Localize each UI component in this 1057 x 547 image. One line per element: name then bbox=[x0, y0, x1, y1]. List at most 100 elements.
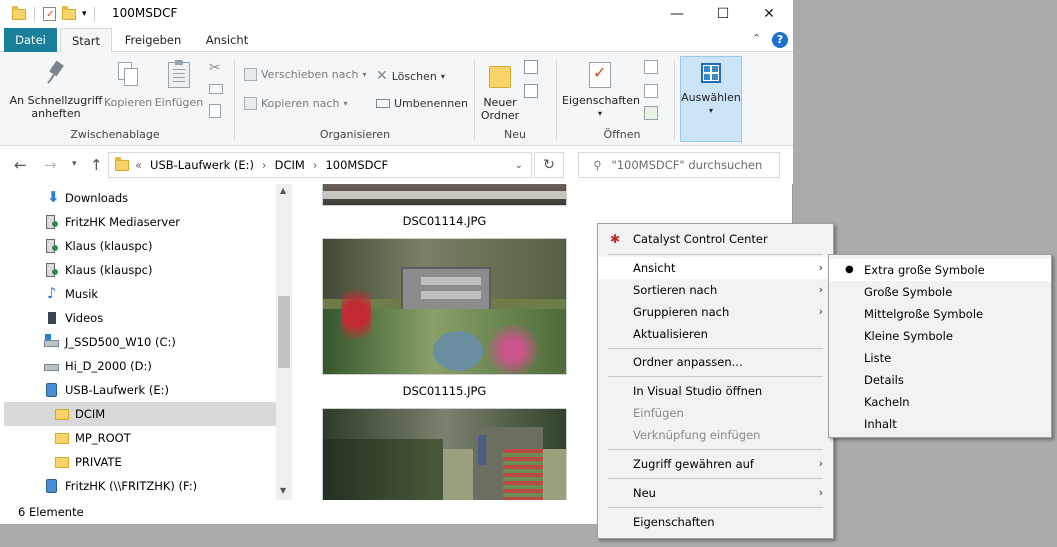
thumbnail-dsc01115[interactable] bbox=[322, 238, 567, 375]
breadcrumb-100msdcf[interactable]: 100MSDCF bbox=[325, 158, 388, 172]
nav-item-drive-f[interactable]: FritzHK (\\FRITZHK) (F:) bbox=[4, 474, 276, 498]
nav-item-videos[interactable]: Videos bbox=[4, 306, 276, 330]
submenu-arrow-icon: › bbox=[818, 457, 823, 470]
recent-dropdown-icon[interactable]: ▾ bbox=[72, 159, 77, 169]
new-folder-icon[interactable] bbox=[62, 5, 76, 20]
menu-item-sortieren[interactable]: Sortieren nach › bbox=[598, 279, 833, 301]
address-bar[interactable]: « USB-Laufwerk (E:) › DCIM › 100MSDCF ⌄ bbox=[108, 152, 532, 178]
search-icon: ⚲ bbox=[593, 158, 602, 172]
tab-ansicht[interactable]: Ansicht bbox=[198, 28, 256, 52]
menu-item-ansicht[interactable]: Ansicht › bbox=[598, 257, 833, 279]
maximize-button[interactable]: ☐ bbox=[700, 0, 746, 28]
nav-scrollbar[interactable]: ▲ ▼ bbox=[276, 184, 292, 500]
forward-button[interactable]: → bbox=[44, 156, 57, 174]
scroll-down-icon[interactable]: ▼ bbox=[280, 486, 286, 495]
easy-access-icon[interactable] bbox=[524, 84, 538, 98]
address-dropdown-icon[interactable]: ⌄ bbox=[515, 160, 523, 171]
pin-quick-access-button[interactable]: An Schnellzugriff anheften bbox=[8, 60, 104, 120]
tab-datei[interactable]: Datei bbox=[4, 28, 57, 52]
menu-item-visual-studio[interactable]: In Visual Studio öffnen bbox=[598, 380, 833, 402]
properties-button[interactable]: ✓ Eigenschaften ▾ bbox=[562, 62, 640, 120]
menu-item-catalyst[interactable]: ✱ Catalyst Control Center bbox=[598, 228, 833, 250]
collapse-ribbon-icon[interactable]: ⌃ bbox=[752, 32, 761, 45]
breadcrumb-dcim[interactable]: DCIM bbox=[275, 158, 305, 172]
breadcrumb-usb[interactable]: USB-Laufwerk (E:) bbox=[150, 158, 254, 172]
search-placeholder: "100MSDCF" durchsuchen bbox=[611, 158, 763, 172]
move-to-button[interactable]: Verschieben nach ▾ bbox=[244, 68, 367, 81]
menu-item-zugriff[interactable]: Zugriff gewähren auf › bbox=[598, 453, 833, 475]
close-button[interactable]: ✕ bbox=[746, 0, 792, 28]
media-server-icon bbox=[44, 214, 60, 230]
qat-dropdown-icon[interactable]: ▾ bbox=[82, 9, 87, 19]
refresh-button[interactable]: ↻ bbox=[534, 152, 564, 178]
scroll-up-icon[interactable]: ▲ bbox=[280, 186, 286, 195]
new-item-icon[interactable] bbox=[524, 60, 538, 74]
select-button[interactable]: Auswählen ▾ bbox=[680, 56, 742, 142]
menu-item-ordner-anpassen[interactable]: Ordner anpassen... bbox=[598, 351, 833, 373]
ribbon: An Schnellzugriff anheften Kopieren Einf… bbox=[0, 52, 793, 146]
nav-item-musik[interactable]: ♪ Musik bbox=[4, 282, 276, 306]
video-icon bbox=[44, 310, 60, 326]
menu-item-verknuepfung-einfuegen[interactable]: Verknüpfung einfügen bbox=[598, 424, 833, 446]
paste-shortcut-icon[interactable] bbox=[209, 104, 221, 118]
menu-item-eigenschaften[interactable]: Eigenschaften bbox=[598, 511, 833, 533]
submenu-item-details[interactable]: Details bbox=[829, 369, 1051, 391]
copy-to-button[interactable]: Kopieren nach ▾ bbox=[244, 97, 347, 110]
nav-item-drive-d[interactable]: Hi_D_2000 (D:) bbox=[4, 354, 276, 378]
rename-icon bbox=[376, 99, 390, 108]
submenu-item-list[interactable]: Liste bbox=[829, 347, 1051, 369]
breadcrumb-separator-icon[interactable]: › bbox=[262, 158, 267, 172]
nav-item-dcim[interactable]: DCIM bbox=[4, 402, 276, 426]
title-bar: ✓ ▾ 100MSDCF — ☐ ✕ bbox=[0, 0, 793, 28]
up-button[interactable]: ↑ bbox=[90, 156, 103, 174]
group-label-organisieren: Organisieren bbox=[319, 128, 391, 141]
submenu-item-extra-large-icons[interactable]: ● Extra große Symbole bbox=[829, 259, 1051, 281]
nav-item-downloads[interactable]: ⬇ Downloads bbox=[4, 186, 276, 210]
overflow-chevron-icon[interactable]: « bbox=[135, 158, 142, 172]
minimize-button[interactable]: — bbox=[654, 0, 700, 28]
help-icon[interactable]: ? bbox=[772, 32, 788, 48]
edit-icon[interactable] bbox=[644, 84, 658, 98]
submenu-item-large-icons[interactable]: Große Symbole bbox=[829, 281, 1051, 303]
submenu-item-tiles[interactable]: Kacheln bbox=[829, 391, 1051, 413]
breadcrumb-separator-icon[interactable]: › bbox=[313, 158, 318, 172]
submenu-arrow-icon: › bbox=[818, 261, 823, 274]
rename-button[interactable]: Umbenennen bbox=[376, 97, 468, 110]
pin-icon bbox=[46, 60, 66, 86]
back-button[interactable]: ← bbox=[14, 156, 27, 174]
menu-item-einfuegen[interactable]: Einfügen bbox=[598, 402, 833, 424]
submenu-item-content[interactable]: Inhalt bbox=[829, 413, 1051, 435]
menu-item-neu[interactable]: Neu › bbox=[598, 482, 833, 504]
copy-to-icon bbox=[244, 97, 257, 110]
open-icon[interactable] bbox=[644, 60, 658, 74]
submenu-item-medium-icons[interactable]: Mittelgroße Symbole bbox=[829, 303, 1051, 325]
menu-item-aktualisieren[interactable]: Aktualisieren bbox=[598, 323, 833, 345]
new-folder-button[interactable]: Neuer Ordner bbox=[478, 62, 522, 122]
search-input[interactable]: ⚲ "100MSDCF" durchsuchen bbox=[578, 152, 780, 178]
thumbnail-dsc01114[interactable] bbox=[322, 184, 567, 206]
delete-button[interactable]: ✕ Löschen ▾ bbox=[376, 68, 445, 84]
tab-start[interactable]: Start bbox=[60, 28, 112, 53]
file-name[interactable]: DSC01115.JPG bbox=[322, 384, 567, 398]
nav-item-fritzhk-mediaserver[interactable]: FritzHK Mediaserver bbox=[4, 210, 276, 234]
nav-item-klaus-2[interactable]: Klaus (klauspc) bbox=[4, 258, 276, 282]
thumbnail-file-3[interactable] bbox=[322, 408, 567, 500]
nav-item-klaus-1[interactable]: Klaus (klauspc) bbox=[4, 234, 276, 258]
submenu-item-small-icons[interactable]: Kleine Symbole bbox=[829, 325, 1051, 347]
nav-item-drive-c[interactable]: J_SSD500_W10 (C:) bbox=[4, 330, 276, 354]
file-name[interactable]: DSC01114.JPG bbox=[322, 214, 567, 228]
properties-icon[interactable]: ✓ bbox=[43, 7, 56, 21]
scrollbar-thumb[interactable] bbox=[278, 296, 290, 368]
paste-button[interactable]: Einfügen bbox=[154, 60, 204, 109]
properties-label: Eigenschaften bbox=[562, 94, 640, 107]
download-icon: ⬇ bbox=[47, 188, 60, 206]
history-icon[interactable] bbox=[644, 106, 658, 120]
nav-item-mp-root[interactable]: MP_ROOT bbox=[4, 426, 276, 450]
tab-freigeben[interactable]: Freigeben bbox=[117, 28, 189, 52]
cut-icon[interactable]: ✂ bbox=[209, 60, 221, 76]
copy-button[interactable]: Kopieren bbox=[104, 62, 152, 109]
copy-path-icon[interactable] bbox=[209, 84, 223, 94]
nav-item-private[interactable]: PRIVATE bbox=[4, 450, 276, 474]
nav-item-drive-e[interactable]: USB-Laufwerk (E:) bbox=[4, 378, 276, 402]
menu-item-gruppieren[interactable]: Gruppieren nach › bbox=[598, 301, 833, 323]
